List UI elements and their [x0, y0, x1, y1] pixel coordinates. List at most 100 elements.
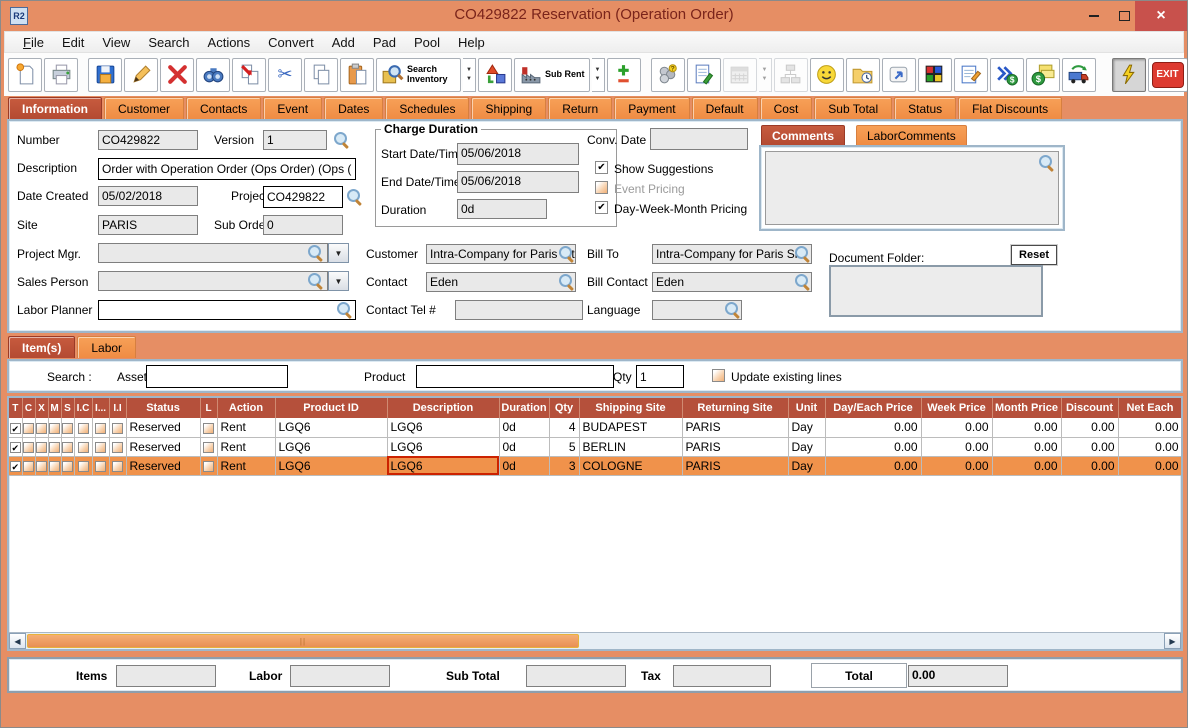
cell-description[interactable]: LGQ6 [387, 456, 499, 475]
menu-item-convert[interactable]: Convert [259, 33, 323, 52]
row-checkbox-cell[interactable] [22, 418, 35, 437]
sub-rent-dropdown[interactable]: ▼▼ [592, 58, 605, 92]
menu-item-file[interactable]: File [14, 33, 53, 52]
column-header-week-price[interactable]: Week Price [921, 398, 992, 418]
row-checkbox-cell[interactable] [109, 437, 126, 456]
horizontal-scrollbar[interactable]: ◀ || ▶ [9, 632, 1181, 649]
column-header-product-id[interactable]: Product ID [275, 398, 387, 418]
row-checkbox-cell[interactable] [22, 437, 35, 456]
truck-button[interactable] [1062, 58, 1096, 92]
crew-button[interactable]: ? [651, 58, 685, 92]
row-checkbox-cell[interactable] [109, 456, 126, 475]
column-header-status[interactable]: Status [126, 398, 200, 418]
menu-item-pad[interactable]: Pad [364, 33, 405, 52]
cell-product-id[interactable]: LGQ6 [275, 418, 387, 437]
checkbox-unchecked[interactable] [78, 442, 89, 453]
edit-note-button[interactable] [954, 58, 988, 92]
row-checkbox-cell[interactable] [200, 456, 217, 475]
column-header-t[interactable]: T [9, 398, 22, 418]
project-mgr-dropdown[interactable]: ▼ [328, 243, 349, 263]
cell-net-each[interactable]: 0.00 [1118, 456, 1182, 475]
checkbox-unchecked[interactable] [49, 442, 60, 453]
row-checkbox-cell[interactable] [200, 437, 217, 456]
tab-dates[interactable]: Dates [324, 97, 383, 119]
cell-day-each-price[interactable]: 0.00 [825, 418, 921, 437]
cell-day-each-price[interactable]: 0.00 [825, 437, 921, 456]
tab-item-s[interactable]: Item(s) [8, 336, 75, 358]
table-row[interactable]: ✔ReservedRentLGQ6LGQ60d5BERLINPARISDay0.… [9, 437, 1182, 456]
column-header-month-price[interactable]: Month Price [992, 398, 1061, 418]
menu-item-help[interactable]: Help [449, 33, 494, 52]
customer-field[interactable]: Intra-Company for Paris Sit [426, 244, 576, 264]
tab-contacts[interactable]: Contacts [186, 97, 261, 119]
labor-planner-input[interactable] [98, 300, 356, 320]
tab-flat-discounts[interactable]: Flat Discounts [958, 97, 1062, 119]
cell-status[interactable]: Reserved [126, 437, 200, 456]
update-existing-checkbox[interactable] [712, 369, 725, 382]
checkbox-unchecked[interactable] [112, 461, 123, 472]
transfer-button[interactable] [232, 58, 266, 92]
tab-payment[interactable]: Payment [614, 97, 689, 119]
row-checkbox-cell[interactable] [92, 456, 109, 475]
column-header-qty[interactable]: Qty [549, 398, 579, 418]
cell-day-each-price[interactable]: 0.00 [825, 456, 921, 475]
row-checkbox-cell[interactable] [61, 437, 74, 456]
add-line-button[interactable] [607, 58, 641, 92]
scrollbar-thumb[interactable]: || [27, 634, 579, 648]
checkbox-checked[interactable]: ✔ [10, 461, 21, 472]
product-input[interactable] [416, 365, 614, 388]
sales-person-field[interactable] [98, 271, 328, 291]
tab-comments[interactable]: Comments [761, 125, 845, 145]
column-header-l[interactable]: L [200, 398, 217, 418]
cut-button[interactable]: ✂ [268, 58, 302, 92]
version-search-icon[interactable] [333, 131, 350, 148]
checkbox-unchecked[interactable] [62, 442, 73, 453]
convert-dollar-button[interactable]: $ [990, 58, 1024, 92]
bill-to-field[interactable]: Intra-Company for Paris Sit [652, 244, 812, 264]
cell-week-price[interactable]: 0.00 [921, 456, 992, 475]
checkbox-unchecked[interactable] [203, 461, 214, 472]
print-button[interactable] [44, 58, 78, 92]
bill-contact-search-icon[interactable] [794, 273, 811, 290]
menu-item-add[interactable]: Add [323, 33, 364, 52]
shortcut-button[interactable] [882, 58, 916, 92]
column-header-shipping-site[interactable]: Shipping Site [579, 398, 682, 418]
cell-product-id[interactable]: LGQ6 [275, 437, 387, 456]
reset-button[interactable]: Reset [1011, 245, 1057, 265]
column-header-unit[interactable]: Unit [788, 398, 825, 418]
cell-discount[interactable]: 0.00 [1061, 418, 1118, 437]
cell-action[interactable]: Rent [217, 418, 275, 437]
comments-search-icon[interactable] [1038, 154, 1055, 171]
column-header-i-i[interactable]: I.I [109, 398, 126, 418]
row-checkbox-cell[interactable] [22, 456, 35, 475]
cell-shipping-site[interactable]: BUDAPEST [579, 418, 682, 437]
edit-button[interactable] [124, 58, 158, 92]
labor-planner-search-icon[interactable] [336, 301, 353, 318]
row-checkbox-cell[interactable] [92, 437, 109, 456]
exit-button[interactable]: EXIT [1148, 58, 1188, 92]
checkbox-unchecked[interactable] [203, 423, 214, 434]
new-document-button[interactable] [8, 58, 42, 92]
checkbox-unchecked[interactable] [23, 442, 34, 453]
project-input[interactable] [263, 186, 343, 208]
cell-action[interactable]: Rent [217, 437, 275, 456]
column-header-duration[interactable]: Duration [499, 398, 549, 418]
billing-button[interactable]: $ [1026, 58, 1060, 92]
cubes-button[interactable] [918, 58, 952, 92]
tab-information[interactable]: Information [8, 97, 102, 119]
contact-tel-field[interactable] [455, 300, 583, 320]
cell-month-price[interactable]: 0.00 [992, 437, 1061, 456]
cell-product-id[interactable]: LGQ6 [275, 456, 387, 475]
sales-person-dropdown[interactable]: ▼ [328, 271, 349, 291]
row-checkbox-cell[interactable] [61, 418, 74, 437]
notes-button[interactable] [687, 58, 721, 92]
tab-customer[interactable]: Customer [104, 97, 184, 119]
checkbox-unchecked[interactable] [112, 442, 123, 453]
day-week-month-checkbox[interactable]: ✔ [595, 201, 608, 214]
language-search-icon[interactable] [724, 301, 741, 318]
cell-duration[interactable]: 0d [499, 418, 549, 437]
row-checkbox-cell[interactable] [35, 437, 48, 456]
row-checkbox-cell[interactable] [74, 418, 92, 437]
checkbox-unchecked[interactable] [78, 461, 89, 472]
checkbox-unchecked[interactable] [112, 423, 123, 434]
